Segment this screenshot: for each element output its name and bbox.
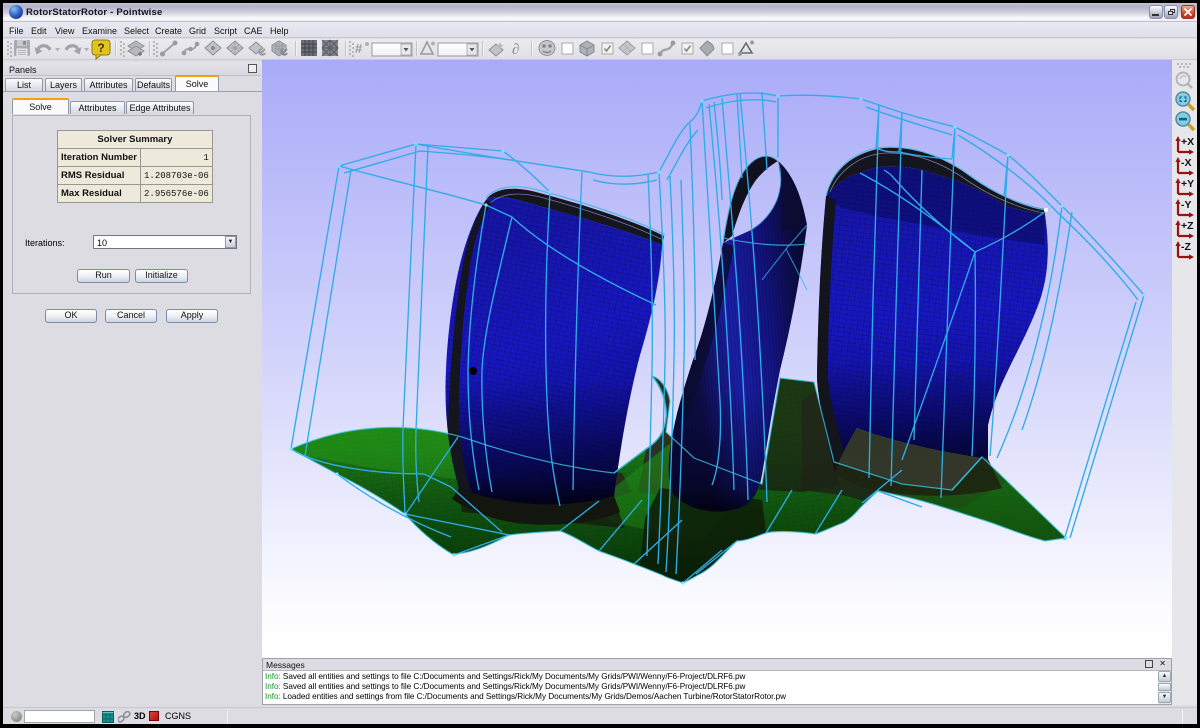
svg-text:-X: -X (1181, 157, 1192, 169)
svg-text:+Z: +Z (1181, 220, 1194, 232)
svg-text:+Y: +Y (1181, 178, 1194, 190)
svg-text:#: # (355, 41, 363, 56)
svg-text:+X: +X (1181, 136, 1194, 148)
svg-text:-Z: -Z (1181, 241, 1191, 253)
svg-text:-Y: -Y (1181, 199, 1192, 211)
svg-text:∂: ∂ (512, 42, 519, 58)
svg-text:?: ? (97, 41, 104, 55)
